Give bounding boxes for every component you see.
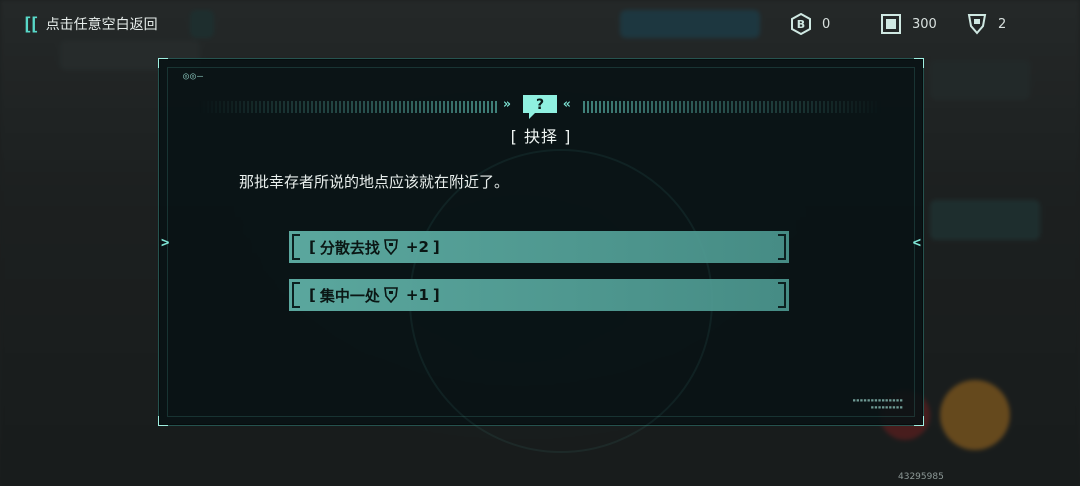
dialog-text: 那批幸存者所说的地点应该就在附近了。 bbox=[239, 173, 510, 191]
footer-id: 43295985 bbox=[898, 472, 944, 482]
option-close-bracket: ] bbox=[432, 286, 440, 304]
corner-top-left-icon bbox=[158, 58, 168, 68]
double-chevron-left-icon: « bbox=[563, 97, 571, 112]
option-bonus: +1 bbox=[405, 286, 429, 304]
top-bar: [[ 点击任意空白返回 B 0 300 2 bbox=[0, 0, 1080, 48]
chevron-left-icon: < bbox=[912, 235, 921, 251]
option-close-bracket: ] bbox=[432, 238, 440, 256]
corner-top-right-icon bbox=[914, 58, 924, 68]
svg-text:B: B bbox=[797, 18, 805, 31]
option-gather-one-place[interactable]: [ 集中一处 +1 ] bbox=[289, 279, 789, 311]
b-coin-icon: B bbox=[790, 13, 812, 35]
header-stripe-left bbox=[199, 101, 499, 113]
option-bracket-right bbox=[778, 282, 786, 308]
currency-chip: 300 bbox=[880, 10, 937, 38]
option-bracket-left bbox=[292, 234, 300, 260]
option-bracket-left bbox=[292, 282, 300, 308]
back-label: 点击任意空白返回 bbox=[45, 17, 158, 33]
choice-dialog: > < ◎◎— » « ? [ 抉择 ] 那批幸存者所说的地点应该就在附近了。 … bbox=[158, 58, 924, 453]
option-open-bracket: [ bbox=[309, 286, 316, 304]
option-scatter-search[interactable]: [ 分散去找 +2 ] bbox=[289, 231, 789, 263]
survivor-tag-icon bbox=[383, 239, 398, 255]
currency-survivor-tag: 2 bbox=[966, 10, 1006, 38]
back-button[interactable]: [[ 点击任意空白返回 bbox=[22, 10, 158, 38]
option-open-bracket: [ bbox=[309, 238, 316, 256]
option-content: [ 集中一处 +1 ] bbox=[309, 285, 440, 306]
chevron-right-icon: > bbox=[161, 235, 170, 251]
option-content: [ 分散去找 +2 ] bbox=[309, 237, 440, 258]
dialog-decor-code: ▪▪▪▪▪▪▪▪▪▪▪▪▪▪ ▪▪▪▪▪▪▪▪▪ bbox=[852, 397, 903, 411]
question-speech-icon: ? bbox=[523, 95, 557, 119]
survivor-tag-icon bbox=[966, 13, 988, 35]
survivor-tag-value: 2 bbox=[998, 16, 1007, 32]
double-chevron-right-icon: » bbox=[503, 97, 511, 112]
corner-bottom-right-icon bbox=[914, 416, 924, 426]
svg-text:?: ? bbox=[536, 97, 544, 113]
currency-b-coin: B 0 bbox=[790, 10, 830, 38]
option-bonus: +2 bbox=[405, 238, 429, 256]
option-bracket-right bbox=[778, 234, 786, 260]
survivor-tag-icon bbox=[383, 287, 398, 303]
chip-value: 300 bbox=[912, 16, 937, 32]
header-stripe-right bbox=[583, 101, 883, 113]
option-label: 分散去找 bbox=[319, 238, 380, 257]
corner-bottom-left-icon bbox=[158, 416, 168, 426]
double-bracket-icon: [[ bbox=[22, 13, 40, 35]
dialog-title: [ 抉择 ] bbox=[510, 127, 572, 146]
b-coin-value: 0 bbox=[822, 16, 831, 32]
dialog-decor-mark: ◎◎— bbox=[183, 71, 205, 82]
chip-card-icon bbox=[880, 13, 902, 35]
option-label: 集中一处 bbox=[319, 286, 380, 305]
